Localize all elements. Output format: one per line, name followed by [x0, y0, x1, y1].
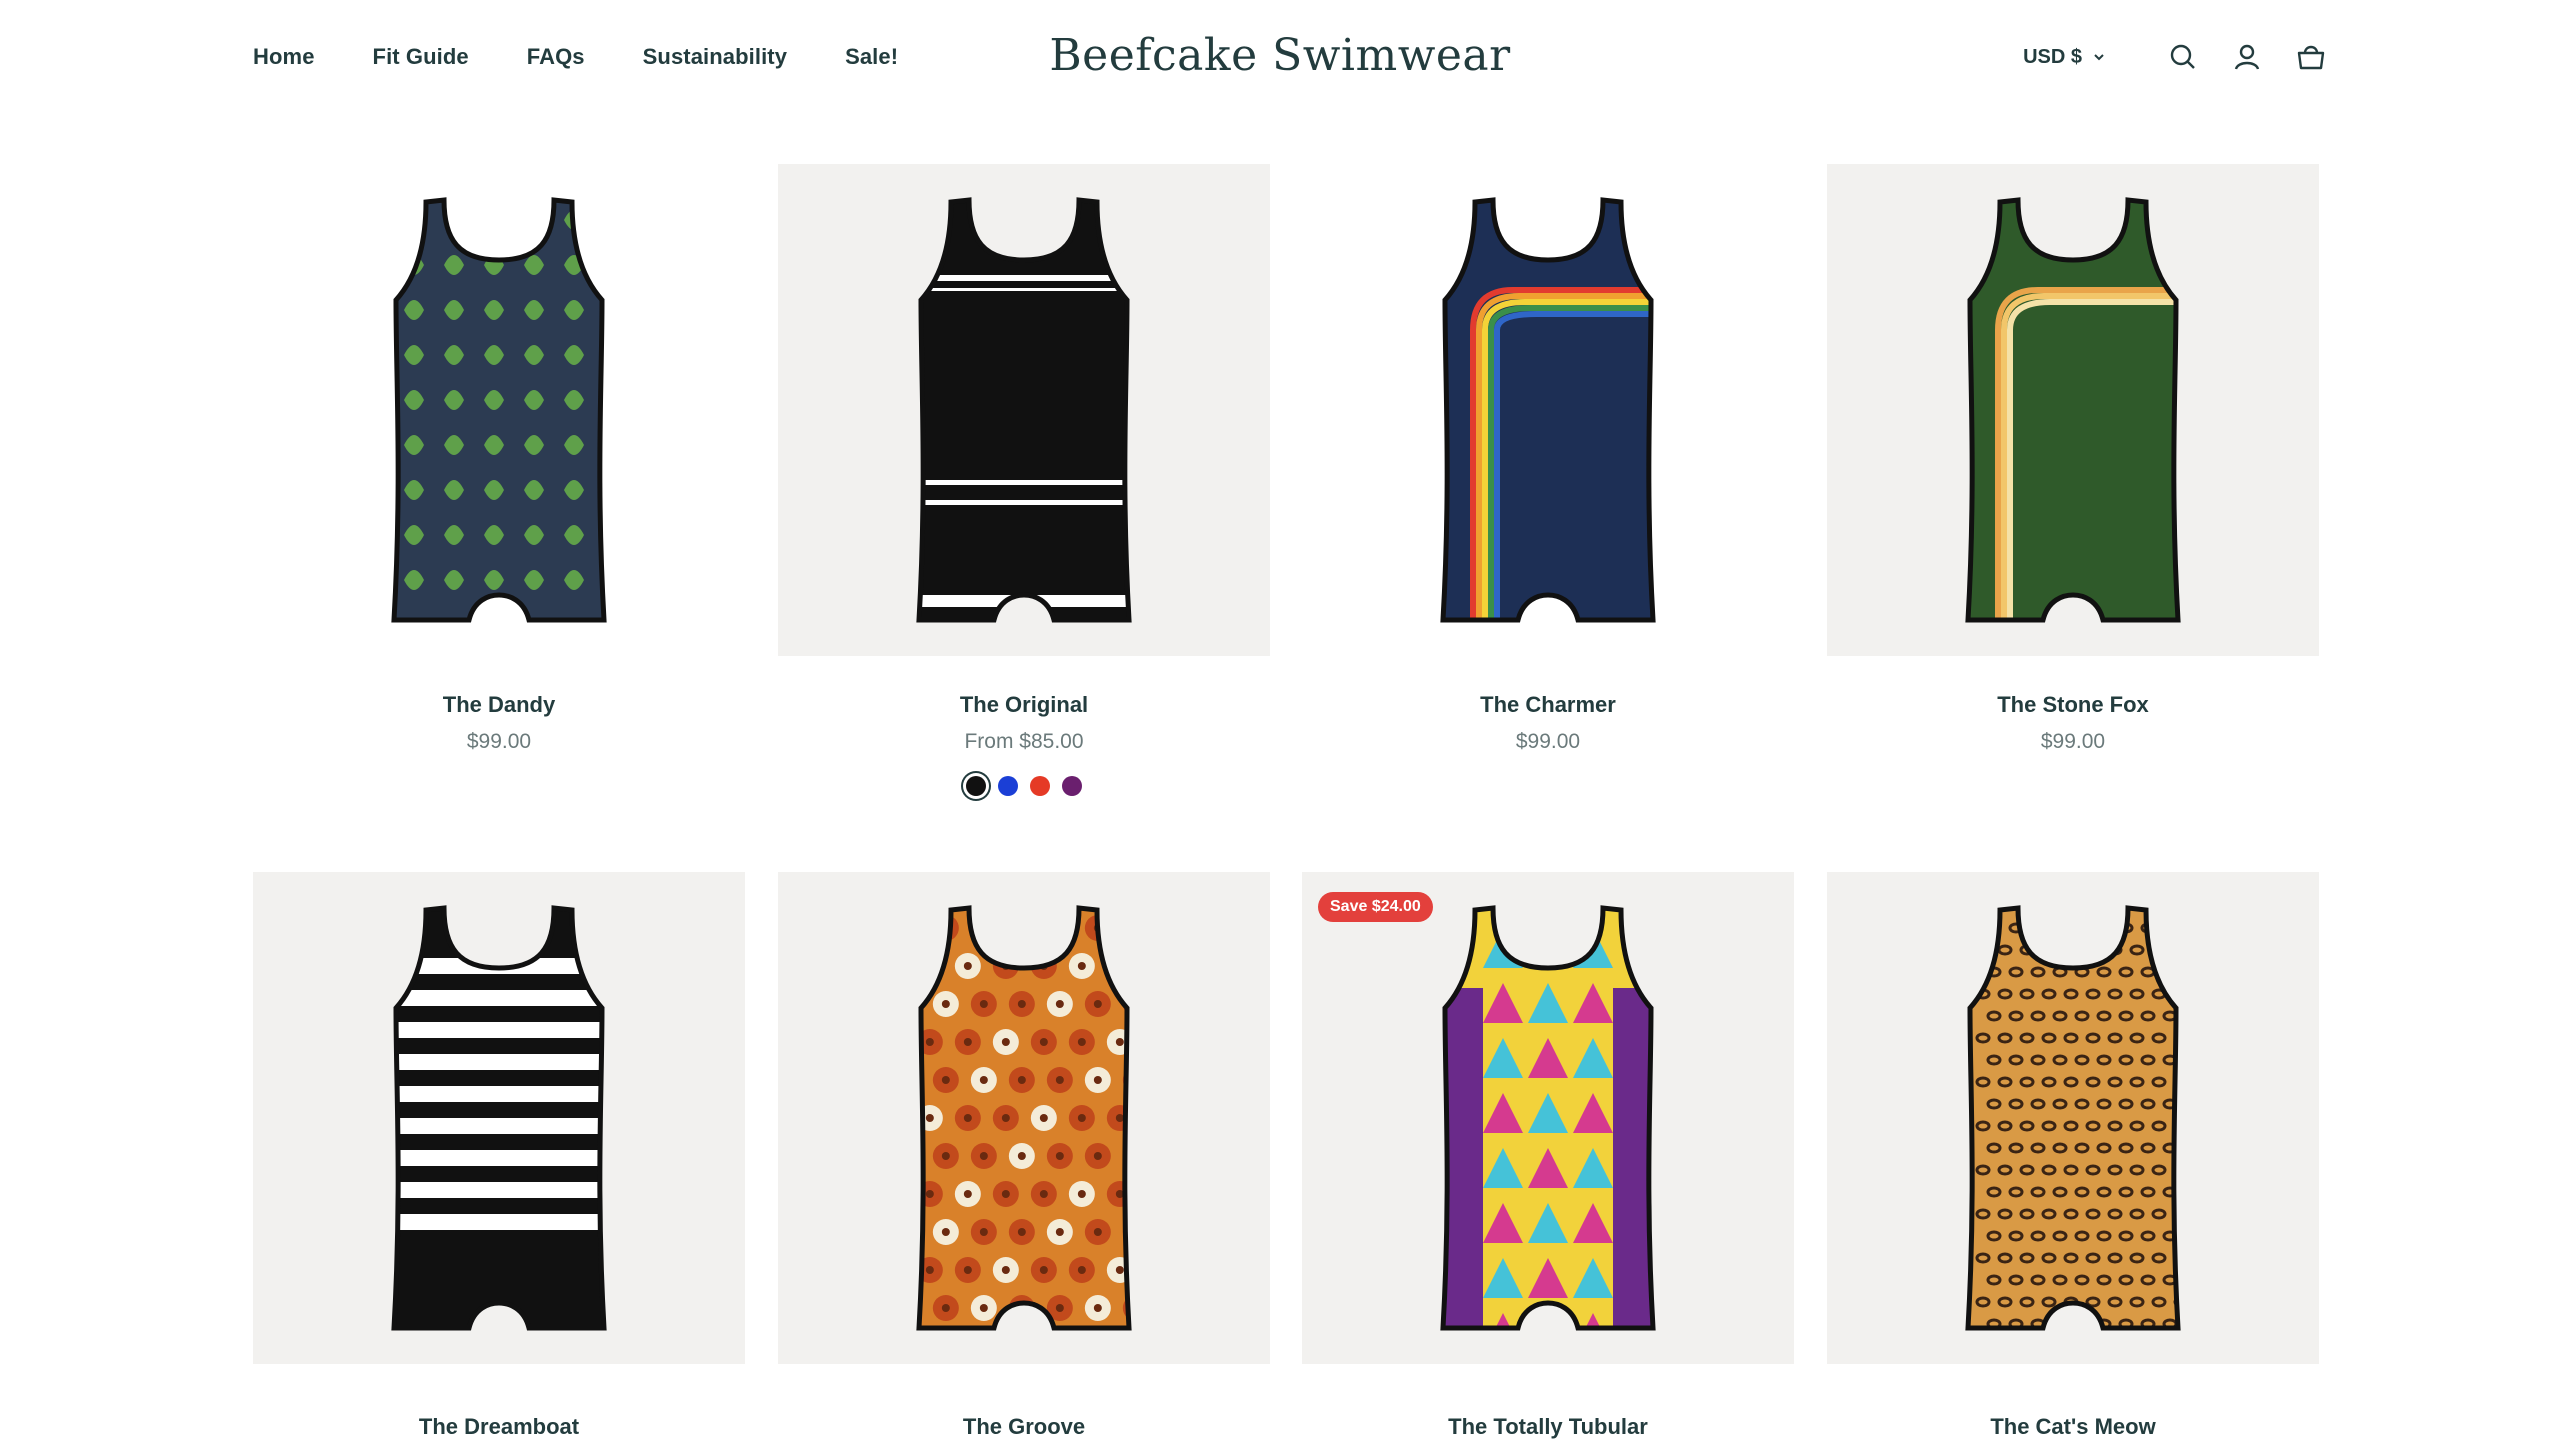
- product-image[interactable]: [778, 164, 1270, 656]
- product-title[interactable]: The Groove: [778, 1414, 1270, 1440]
- product-title[interactable]: The Dreamboat: [253, 1414, 745, 1440]
- color-swatch[interactable]: [966, 776, 986, 796]
- currency-label: USD $: [2023, 45, 2082, 68]
- product-image[interactable]: [1302, 164, 1794, 656]
- account-icon[interactable]: [2230, 40, 2264, 74]
- product-card[interactable]: The Charmer $99.00: [1302, 164, 1794, 753]
- product-title[interactable]: The Cat's Meow: [1827, 1414, 2319, 1440]
- product-price: From $85.00: [964, 730, 1084, 753]
- cart-icon[interactable]: [2294, 40, 2328, 74]
- color-swatch[interactable]: [1030, 776, 1050, 796]
- product-card[interactable]: The Cat's Meow: [1827, 872, 2319, 1439]
- sale-badge: Save $24.00: [1318, 892, 1433, 922]
- search-icon[interactable]: [2166, 40, 2200, 74]
- swimsuit-image: [1965, 197, 2181, 623]
- product-card[interactable]: The Dandy $99.00: [253, 164, 745, 753]
- site-header: Home Fit Guide FAQs Sustainability Sale!…: [0, 0, 2560, 120]
- swimsuit-image: [916, 905, 1132, 1331]
- product-title[interactable]: The Dandy: [253, 692, 745, 718]
- product-title[interactable]: The Charmer: [1302, 692, 1794, 718]
- product-title[interactable]: The Original: [778, 692, 1270, 718]
- color-swatches: [778, 776, 1270, 796]
- swimsuit-image: [1440, 905, 1656, 1331]
- product-image[interactable]: [778, 872, 1270, 1364]
- swimsuit-image: [391, 197, 607, 623]
- header-tools: USD $: [2023, 40, 2328, 74]
- product-image[interactable]: [1827, 164, 2319, 656]
- product-price: $99.00: [466, 730, 532, 753]
- product-price: $99.00: [2040, 730, 2106, 753]
- product-price: $99.00: [1515, 730, 1581, 753]
- product-card[interactable]: The Dreamboat: [253, 872, 745, 1439]
- chevron-down-icon: [2094, 54, 2104, 61]
- color-swatch[interactable]: [998, 776, 1018, 796]
- product-image[interactable]: [1302, 872, 1794, 1364]
- swimsuit-image: [916, 197, 1132, 623]
- product-card[interactable]: The Stone Fox $99.00: [1827, 164, 2319, 753]
- product-image[interactable]: [253, 872, 745, 1364]
- product-card[interactable]: Save $24.00 The Totally Tubular: [1302, 872, 1794, 1439]
- swimsuit-image: [391, 905, 607, 1331]
- swimsuit-image: [1440, 197, 1656, 623]
- product-title[interactable]: The Totally Tubular: [1302, 1414, 1794, 1440]
- product-image[interactable]: [253, 164, 745, 656]
- product-image[interactable]: [1827, 872, 2319, 1364]
- currency-selector[interactable]: USD $: [2023, 46, 2106, 69]
- product-title[interactable]: The Stone Fox: [1827, 692, 2319, 718]
- color-swatch[interactable]: [1062, 776, 1082, 796]
- product-card[interactable]: The Original From $85.00: [778, 164, 1270, 796]
- product-card[interactable]: The Groove: [778, 872, 1270, 1439]
- swimsuit-image: [1965, 905, 2181, 1331]
